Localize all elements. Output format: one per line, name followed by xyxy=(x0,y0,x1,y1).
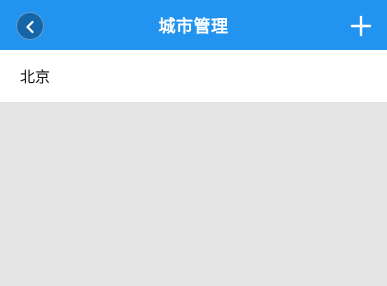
list-item[interactable]: 北京 xyxy=(0,50,387,102)
city-management-screen: 城市管理 北京 xyxy=(0,0,387,286)
add-city-button[interactable] xyxy=(349,14,373,38)
title-bar: 城市管理 xyxy=(0,0,387,50)
page-title: 城市管理 xyxy=(158,17,229,37)
city-list: 北京 xyxy=(0,50,387,102)
plus-icon xyxy=(350,15,372,37)
city-name: 北京 xyxy=(20,68,51,86)
